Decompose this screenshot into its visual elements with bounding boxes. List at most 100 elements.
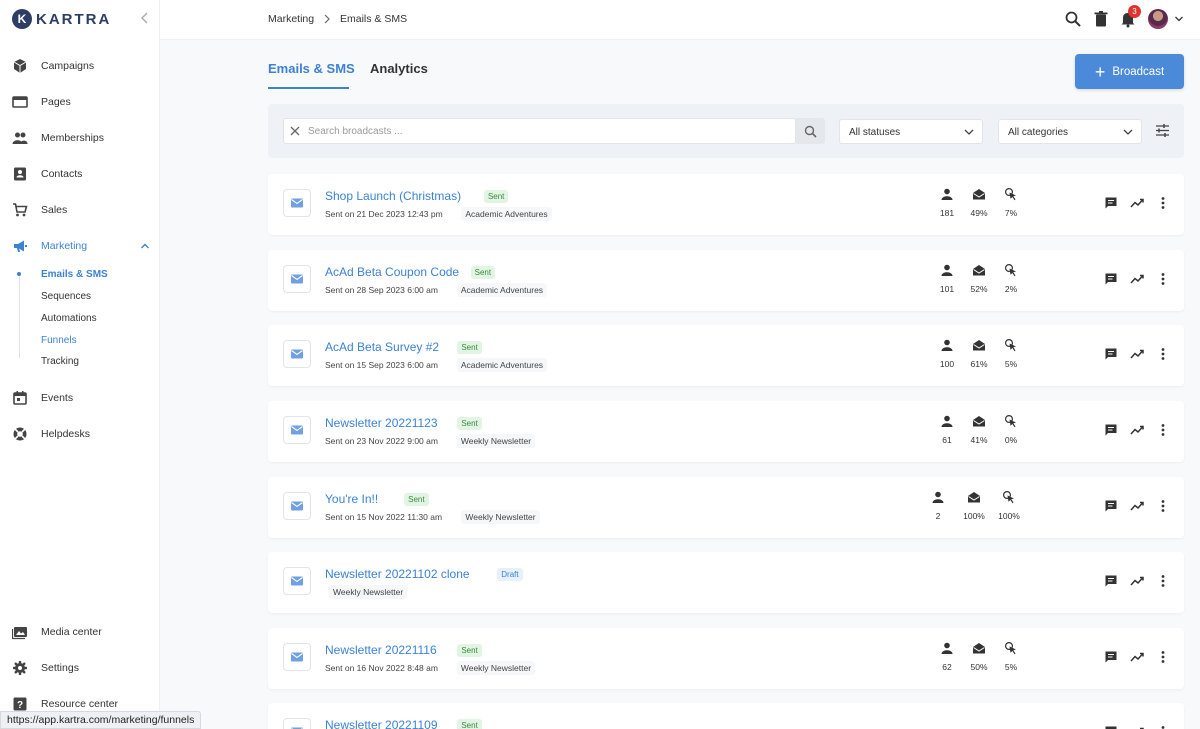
more-options-icon[interactable] xyxy=(1156,272,1170,286)
trend-icon[interactable] xyxy=(1130,196,1144,210)
recipients-icon xyxy=(941,264,953,276)
chevron-down-icon[interactable] xyxy=(1174,14,1184,24)
comments-icon[interactable] xyxy=(1104,423,1118,437)
sidebar-item-contacts[interactable]: Contacts xyxy=(0,162,160,186)
cube-icon xyxy=(13,59,27,73)
collapse-sidebar-icon[interactable] xyxy=(140,11,150,25)
chevron-up-icon[interactable] xyxy=(140,241,150,251)
click-rate-icon xyxy=(1004,187,1016,201)
sidebar-item-campaigns[interactable]: Campaigns xyxy=(0,54,160,78)
broadcast-card[interactable]: Shop Launch (Christmas) Sent Sent on 21 De… xyxy=(268,174,1184,235)
trend-icon[interactable] xyxy=(1130,574,1144,588)
broadcast-title[interactable]: Newsletter 20221116 xyxy=(325,643,437,657)
tab-emails-sms[interactable]: Emails & SMS xyxy=(268,61,355,76)
sidebar-subitem-emails-sms[interactable]: Emails & SMS xyxy=(41,269,108,280)
broadcast-card[interactable]: AcAd Beta Coupon Code Sent Sent on 28 Sep … xyxy=(268,250,1184,311)
search-icon[interactable] xyxy=(1065,10,1081,28)
comments-icon[interactable] xyxy=(1104,272,1118,286)
breadcrumb-parent[interactable]: Marketing xyxy=(268,13,314,25)
sidebar-item-label: Sales xyxy=(41,204,68,216)
more-options-icon[interactable] xyxy=(1156,725,1170,729)
click-rate-icon xyxy=(1002,490,1014,504)
recipients-icon xyxy=(941,415,953,427)
broadcast-title[interactable]: AcAd Beta Survey #2 xyxy=(325,340,439,354)
new-broadcast-button[interactable]: + Broadcast xyxy=(1075,54,1184,89)
active-tab-indicator xyxy=(268,87,349,89)
megaphone-icon xyxy=(14,240,27,252)
broadcast-title[interactable]: Newsletter 20221109 xyxy=(325,718,438,729)
trend-icon[interactable] xyxy=(1130,499,1144,513)
recipients-icon xyxy=(941,642,953,654)
kartra-logo[interactable]: K KARTRA xyxy=(12,9,111,29)
notification-badge: 3 xyxy=(1128,5,1141,18)
trend-icon[interactable] xyxy=(1130,650,1144,664)
clear-search-icon[interactable] xyxy=(290,126,300,136)
status-filter-value: All statuses xyxy=(849,127,901,138)
status-filter-select[interactable]: All statuses xyxy=(839,119,983,144)
sent-date: Sent on 15 Nov 2022 11:30 am xyxy=(325,512,443,522)
comments-icon[interactable] xyxy=(1104,650,1118,664)
sidebar-item-memberships[interactable]: Memberships xyxy=(0,126,160,150)
sidebar-item-label: Marketing xyxy=(41,240,88,252)
sidebar-subitem-tracking[interactable]: Tracking xyxy=(41,356,79,367)
category-filter-select[interactable]: All categories xyxy=(998,119,1142,144)
broadcast-card[interactable]: You're In!! Sent Sent on 15 Nov 2022 11:30… xyxy=(268,477,1184,538)
broadcast-title[interactable]: Newsletter 20221123 xyxy=(325,416,438,430)
broadcast-title[interactable]: AcAd Beta Coupon Code xyxy=(325,265,459,279)
broadcast-title[interactable]: Newsletter 20221102 clone xyxy=(325,567,470,581)
broadcast-card[interactable]: AcAd Beta Survey #2 Sent Sent on 15 Sep 20… xyxy=(268,325,1184,386)
trend-icon[interactable] xyxy=(1130,725,1144,729)
breadcrumb-current: Emails & SMS xyxy=(340,13,408,25)
more-options-icon[interactable] xyxy=(1156,423,1170,437)
sidebar-item-pages[interactable]: Pages xyxy=(0,90,160,114)
gear-icon xyxy=(13,661,27,675)
comments-icon[interactable] xyxy=(1104,347,1118,361)
trend-icon[interactable] xyxy=(1130,347,1144,361)
status-badge: Sent xyxy=(404,493,429,506)
open-rate-icon xyxy=(973,340,985,351)
more-options-icon[interactable] xyxy=(1156,499,1170,513)
comments-icon[interactable] xyxy=(1104,574,1118,588)
sidebar-subitem-sequences[interactable]: Sequences xyxy=(41,291,91,302)
comments-icon[interactable] xyxy=(1104,499,1118,513)
sent-date: Sent on 21 Dec 2023 12:43 pm xyxy=(325,209,443,219)
open-rate-icon xyxy=(973,643,985,654)
sidebar-item-marketing[interactable]: Marketing xyxy=(0,234,160,258)
broadcast-card[interactable]: Newsletter 20221109 Sent xyxy=(268,703,1184,729)
sidebar-item-settings[interactable]: Settings xyxy=(0,656,160,680)
more-options-icon[interactable] xyxy=(1156,574,1170,588)
sidebar-item-sales[interactable]: Sales xyxy=(0,198,160,222)
broadcast-title[interactable]: You're In!! xyxy=(325,492,378,506)
recipients-icon xyxy=(941,188,953,200)
sidebar-item-events[interactable]: Events xyxy=(0,386,160,410)
trend-icon[interactable] xyxy=(1130,272,1144,286)
broadcast-card[interactable]: Newsletter 20221123 Sent Sent on 23 Nov 20… xyxy=(268,401,1184,462)
logo-text: KARTRA xyxy=(36,10,112,28)
envelope-icon xyxy=(291,425,303,435)
sidebar-item-helpdesks[interactable]: Helpdesks xyxy=(0,422,160,446)
more-options-icon[interactable] xyxy=(1156,196,1170,210)
trend-icon[interactable] xyxy=(1130,423,1144,437)
sidebar-subitem-funnels[interactable]: Funnels xyxy=(41,335,77,346)
more-options-icon[interactable] xyxy=(1156,650,1170,664)
email-type-badge xyxy=(283,189,311,217)
search-button[interactable] xyxy=(796,118,825,144)
sidebar-item-label: Events xyxy=(41,392,74,404)
tab-analytics[interactable]: Analytics xyxy=(370,61,428,76)
envelope-icon xyxy=(291,652,303,662)
sidebar-item-label: Pages xyxy=(41,96,71,108)
avatar[interactable] xyxy=(1148,9,1168,29)
trash-icon[interactable] xyxy=(1093,10,1109,28)
search-input[interactable] xyxy=(308,119,788,143)
broadcast-card[interactable]: Newsletter 20221116 Sent Sent on 16 Nov 20… xyxy=(268,628,1184,689)
broadcast-card[interactable]: Newsletter 20221102 clone Draft Weekly New… xyxy=(268,552,1184,613)
comments-icon[interactable] xyxy=(1104,196,1118,210)
broadcast-title[interactable]: Shop Launch (Christmas) xyxy=(325,189,461,203)
comments-icon[interactable] xyxy=(1104,725,1118,729)
more-options-icon[interactable] xyxy=(1156,347,1170,361)
sidebar-subitem-automations[interactable]: Automations xyxy=(41,313,97,324)
filter-settings-icon[interactable] xyxy=(1155,123,1170,138)
click-rate: 5% xyxy=(1004,359,1018,369)
sent-date: Sent on 28 Sep 2023 6:00 am xyxy=(325,285,438,295)
sidebar-item-media-center[interactable]: Media center xyxy=(0,620,160,644)
